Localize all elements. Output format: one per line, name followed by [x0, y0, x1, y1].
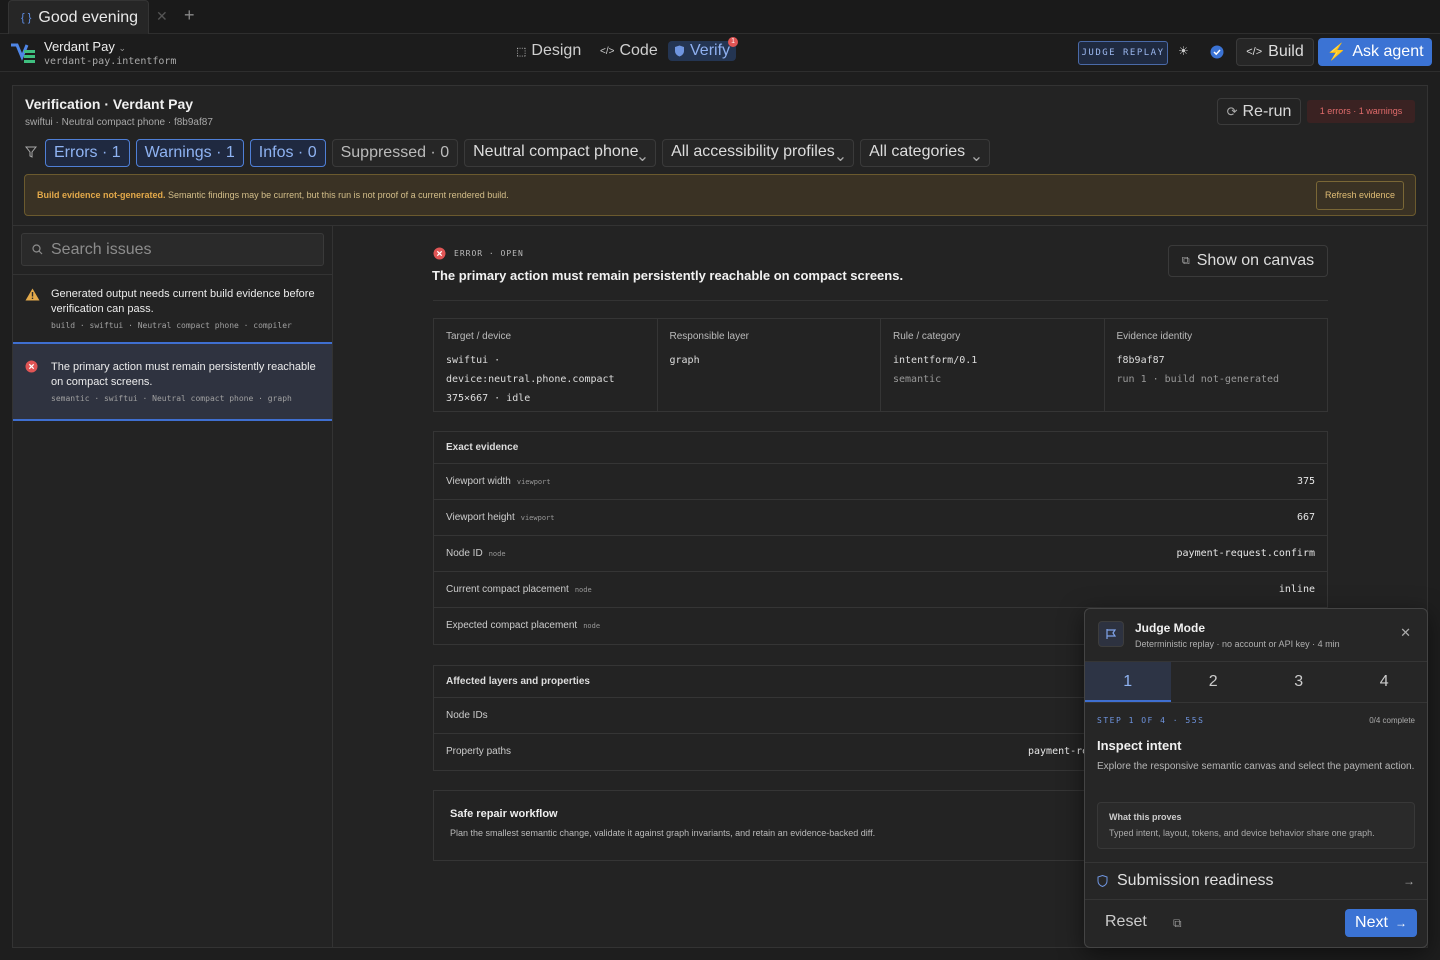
external-link-icon[interactable]: ⧉: [1173, 916, 1182, 931]
search-input[interactable]: Search issues: [21, 233, 324, 266]
step-tab-4[interactable]: 4: [1342, 662, 1428, 702]
new-tab-icon[interactable]: +: [184, 5, 195, 26]
arrow-right-icon: →: [1403, 874, 1415, 888]
step-tabs: 1 2 3 4: [1085, 661, 1427, 703]
card-responsible-layer: Responsible layer graph: [658, 319, 881, 411]
table-row: Node ID node payment-request.confirm: [434, 536, 1327, 572]
ask-agent-button[interactable]: ⚡ Ask agent: [1318, 38, 1432, 66]
filter-icon: [25, 146, 39, 158]
mode-code[interactable]: </> Code: [600, 42, 658, 60]
issue-item-warning[interactable]: Generated output needs current build evi…: [13, 287, 332, 330]
project-name: Verdant Pay: [44, 39, 115, 54]
app-header: Verdant Pay ⌄ verdant-pay.intentform ⬚ De…: [0, 34, 1440, 72]
evidence-warning-banner: Build evidence not-generated. Semantic f…: [24, 174, 1416, 216]
build-button[interactable]: </> Build: [1236, 38, 1314, 66]
show-on-canvas-button[interactable]: ⧉ Show on canvas: [1168, 245, 1328, 277]
step-tab-1[interactable]: 1: [1085, 662, 1171, 702]
tab-bar: { } Good evening ✕ +: [0, 0, 1440, 34]
project-file: verdant-pay.intentform: [44, 56, 177, 67]
judge-mode-panel: Judge Mode Deterministic replay · no acc…: [1084, 608, 1428, 948]
issue-status: ERROR · OPEN: [433, 247, 524, 260]
page-title: Verification · Verdant Pay: [25, 96, 194, 112]
close-tab-icon[interactable]: ✕: [156, 8, 168, 25]
accessibility-select[interactable]: All accessibility profiles ⌄: [662, 139, 855, 167]
step-tab-2[interactable]: 2: [1171, 662, 1257, 702]
code-icon: </>: [1246, 46, 1263, 58]
table-row: Viewport width viewport 375: [434, 464, 1327, 500]
shield-icon: [674, 45, 685, 57]
error-icon: [25, 360, 38, 373]
chevron-down-icon: ⌄: [118, 43, 126, 53]
warning-icon: [25, 288, 40, 301]
judge-replay-button[interactable]: JUDGE REPLAY: [1078, 41, 1168, 65]
filter-bar: Errors · 1 Warnings · 1 Infos · 0 Suppre…: [25, 139, 991, 167]
filter-suppressed[interactable]: Suppressed · 0: [331, 139, 459, 167]
step-tab-3[interactable]: 3: [1256, 662, 1342, 702]
card-target-device: Target / device swiftui · device:neutral…: [434, 319, 658, 411]
search-placeholder: Search issues: [51, 240, 152, 258]
issue-title: The primary action must remain persisten…: [432, 268, 904, 283]
table-row: Current compact placement node inline: [434, 572, 1327, 608]
device-select[interactable]: Neutral compact phone ⌄: [464, 139, 657, 167]
filter-infos[interactable]: Infos · 0: [249, 139, 326, 167]
refresh-icon: ⟳: [1226, 103, 1238, 119]
card-evidence-identity: Evidence identity f8b9af87 run 1 · build…: [1116, 331, 1280, 385]
chevron-down-icon: ⌄: [833, 148, 848, 165]
next-button[interactable]: Next →: [1345, 909, 1417, 937]
step-heading: Inspect intent: [1097, 738, 1182, 753]
page-subtitle: swiftui · Neutral compact phone · f8b9af…: [25, 117, 213, 128]
issue-item-error[interactable]: The primary action must remain persisten…: [13, 342, 332, 421]
judge-mode-subtitle: Deterministic replay · no account or API…: [1135, 639, 1340, 649]
project-switcher[interactable]: Verdant Pay ⌄ verdant-pay.intentform: [44, 39, 176, 67]
tab-current[interactable]: { } Good evening: [8, 0, 149, 34]
close-icon[interactable]: ✕: [1400, 625, 1411, 641]
proves-box: What this proves Typed intent, layout, t…: [1097, 802, 1415, 849]
code-braces-icon: { }: [21, 11, 32, 24]
filter-warnings[interactable]: Warnings · 1: [135, 139, 244, 167]
issue-meta-cards: Target / device swiftui · device:neutral…: [433, 318, 1328, 412]
divider: [433, 300, 1328, 301]
category-select[interactable]: All categories ⌄: [860, 139, 991, 167]
shield-icon: [1097, 875, 1108, 887]
step-label: STEP 1 OF 4 · 55S: [1097, 716, 1205, 725]
submission-readiness-row[interactable]: Submission readiness →: [1085, 862, 1427, 900]
search-icon: [32, 244, 43, 255]
issue-summary-badge: 1 errors · 1 warnings: [1307, 100, 1415, 123]
refresh-evidence-button[interactable]: Refresh evidence: [1316, 181, 1404, 210]
judge-mode-title: Judge Mode: [1135, 621, 1206, 635]
theme-toggle-icon[interactable]: ☀: [1178, 44, 1189, 58]
mode-design[interactable]: ⬚ Design: [516, 42, 581, 60]
external-link-icon: ⧉: [1181, 254, 1190, 267]
table-row: Viewport height viewport 667: [434, 500, 1327, 536]
section-title: Exact evidence: [434, 432, 1327, 464]
filter-errors[interactable]: Errors · 1: [45, 139, 130, 167]
app-logo-icon: [10, 42, 36, 64]
flag-icon: [1098, 621, 1124, 647]
issue-list-pane: Search issues Generated output needs cur…: [13, 226, 333, 948]
divider: [13, 274, 332, 275]
lightning-icon: ⚡: [1326, 44, 1347, 61]
verified-check-icon[interactable]: [1210, 45, 1224, 59]
step-description: Explore the responsive semantic canvas a…: [1097, 761, 1415, 772]
verify-badge: 1: [728, 37, 739, 47]
frame-icon: ⬚: [516, 45, 527, 58]
error-icon: [433, 247, 446, 260]
rerun-button[interactable]: ⟳ Re-run: [1217, 98, 1301, 125]
card-rule-category: Rule / category intentform/0.1 semantic: [881, 319, 1105, 411]
chevron-down-icon: ⌄: [635, 148, 650, 165]
chevron-down-icon: ⌄: [969, 148, 984, 165]
step-progress: 0/4 complete: [1369, 716, 1415, 725]
tab-title: Good evening: [38, 8, 139, 26]
code-icon: </>: [600, 45, 615, 57]
arrow-right-icon: →: [1394, 916, 1407, 930]
reset-button[interactable]: Reset: [1105, 913, 1147, 931]
mode-verify[interactable]: Verify 1: [668, 37, 739, 61]
